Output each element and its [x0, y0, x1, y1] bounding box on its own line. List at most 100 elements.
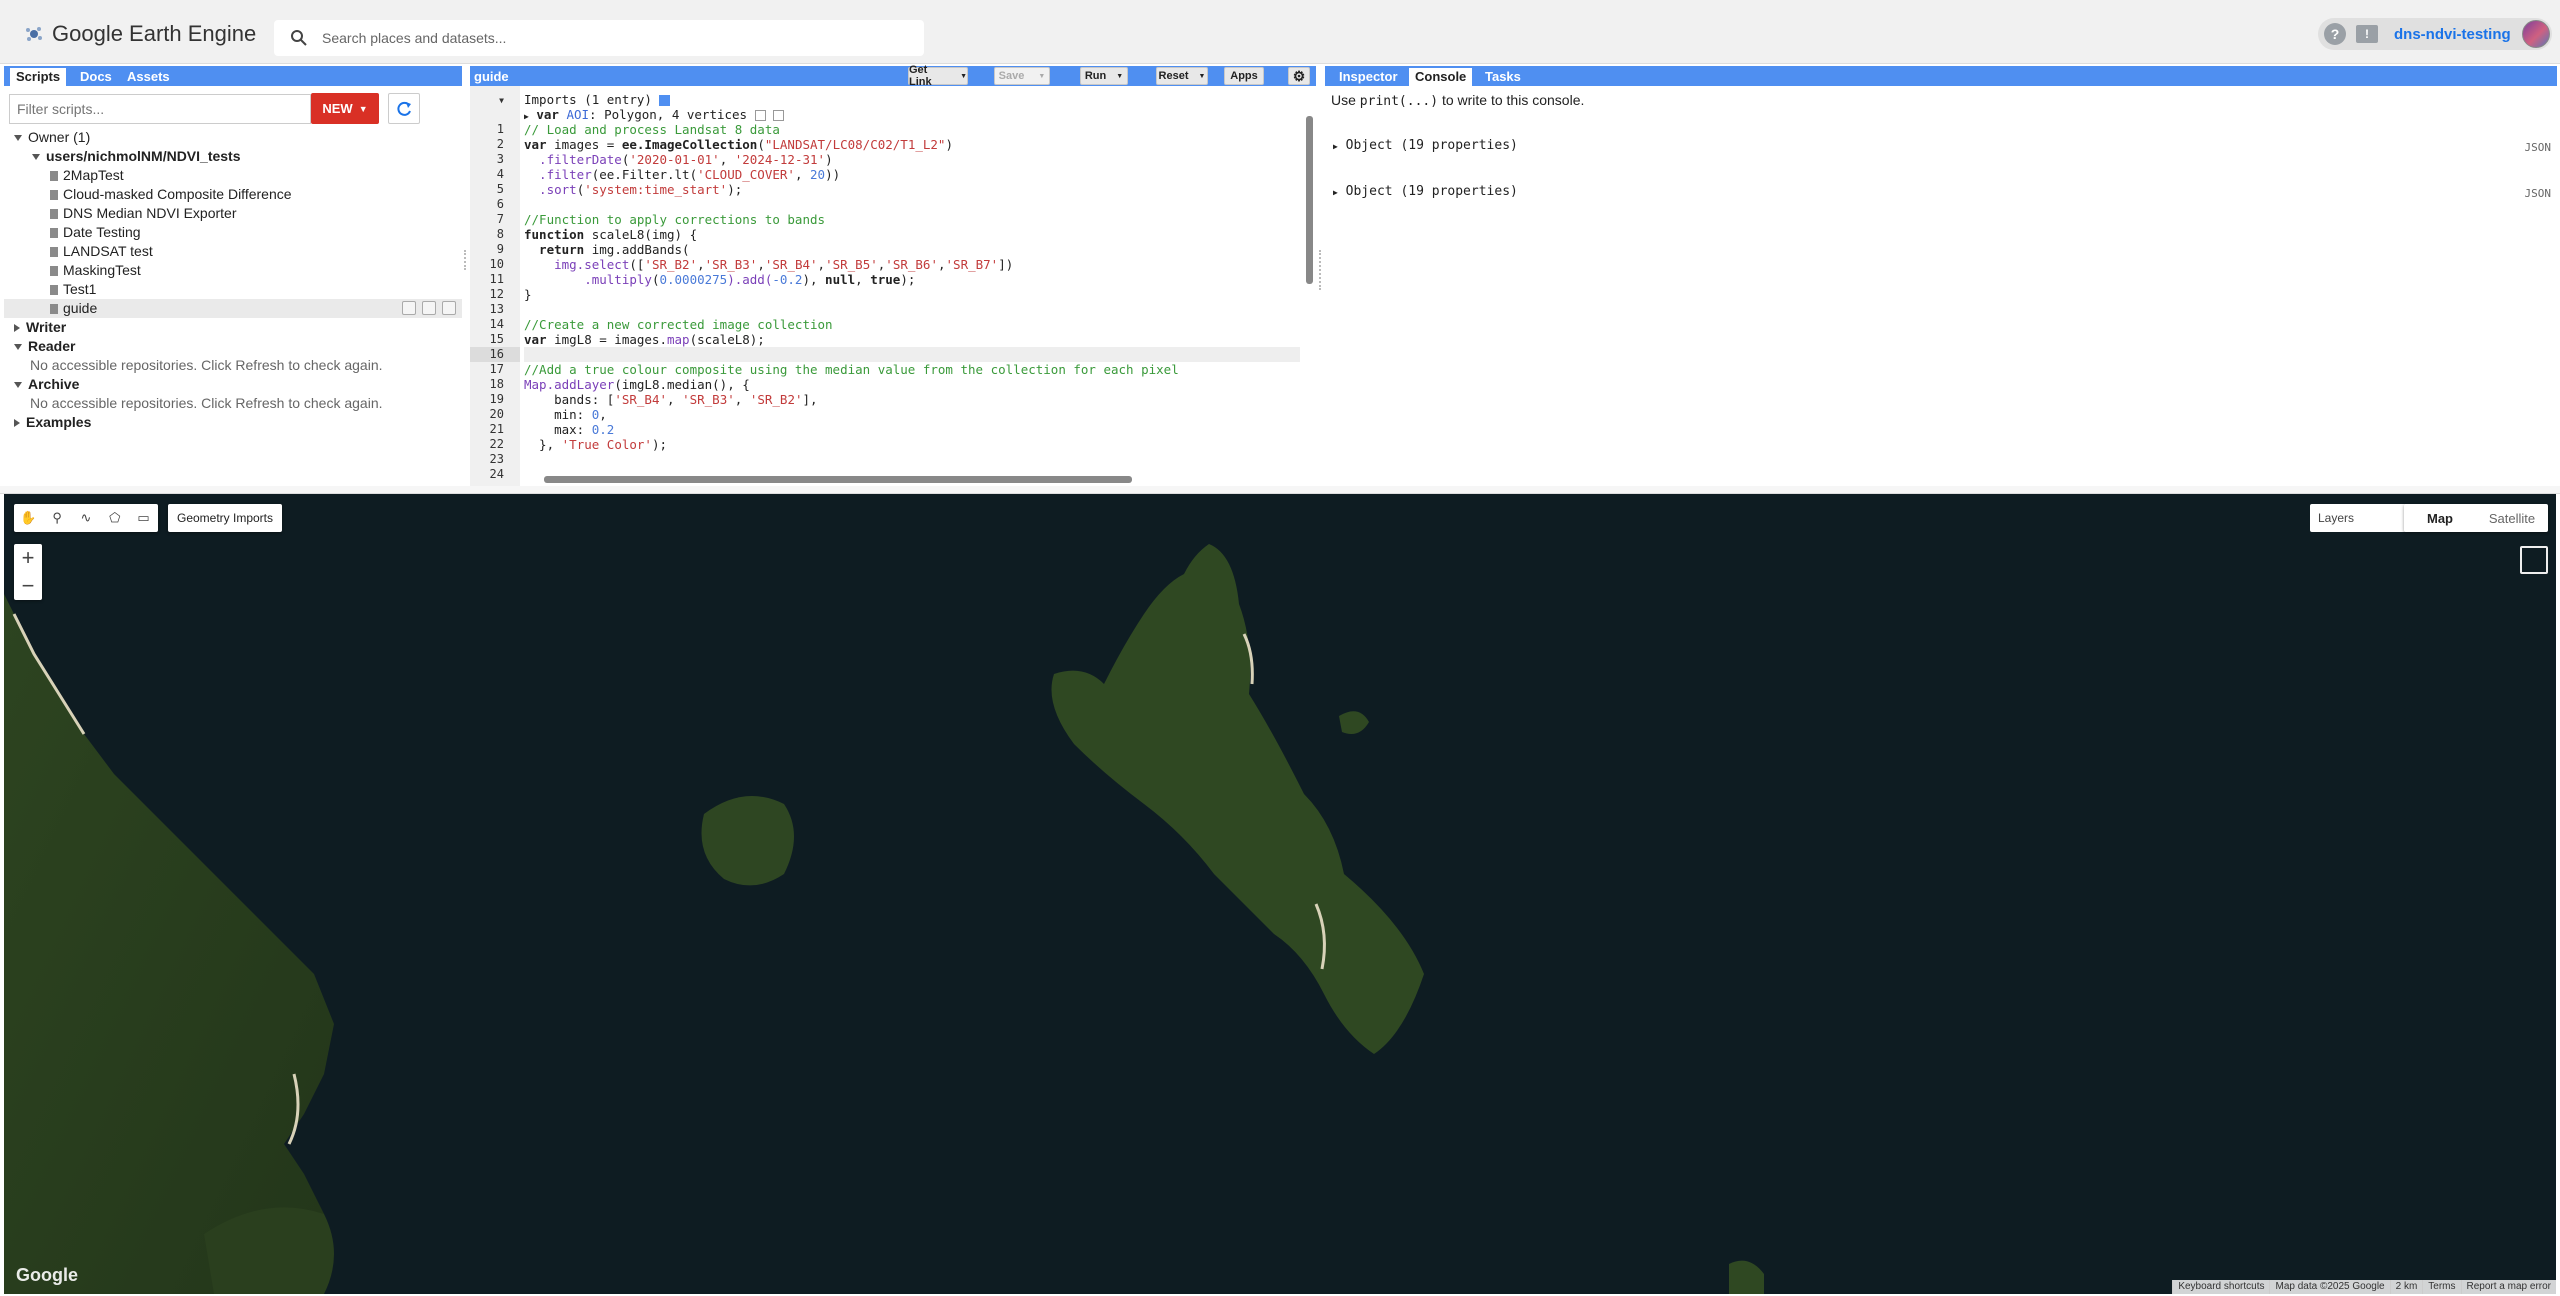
run-button[interactable]: Run ▼ — [1080, 67, 1128, 85]
line-number: 20 — [489, 407, 504, 421]
avatar[interactable] — [2522, 20, 2550, 48]
code-content[interactable]: Imports (1 entry) ▶ var AOI: Polygon, 4 … — [524, 92, 1304, 467]
imports-header[interactable]: Imports (1 entry) — [524, 92, 1304, 107]
terms-link[interactable]: Terms — [2422, 1280, 2460, 1294]
marker-icon[interactable]: ⚲ — [48, 509, 66, 527]
code-line: .sort('system:time_start'); — [524, 182, 743, 197]
left-resize-handle[interactable] — [464, 250, 468, 270]
code-line-active[interactable] — [524, 347, 1300, 362]
horizontal-scrollbar[interactable] — [544, 476, 1132, 483]
script-title: guide — [474, 69, 509, 84]
polygon-icon[interactable]: ⬠ — [106, 509, 124, 527]
apps-button[interactable]: Apps — [1224, 67, 1264, 85]
file-icon — [50, 228, 58, 239]
code-line: .multiply(0.0000275).add(-0.2), null, tr… — [524, 272, 916, 287]
expand-icon — [14, 135, 22, 142]
tree-archive[interactable]: Archive — [4, 375, 462, 394]
drawing-tools: ✋ ⚲ ∿ ⬠ ▭ — [14, 504, 158, 532]
expand-icon[interactable]: ▶ — [524, 112, 529, 121]
map-type-map[interactable]: Map — [2404, 504, 2476, 532]
map-view[interactable]: ✋ ⚲ ∿ ⬠ ▭ Geometry Imports + − Layers Ma… — [4, 494, 2556, 1294]
refresh-button[interactable] — [388, 93, 420, 124]
tab-docs[interactable]: Docs — [74, 68, 118, 86]
save-button[interactable]: Save ▼ — [994, 67, 1050, 85]
info-icon[interactable] — [659, 95, 671, 106]
line-number: 5 — [496, 182, 504, 196]
right-resize-handle[interactable] — [1319, 250, 1323, 290]
line-number: 23 — [489, 452, 504, 466]
script-file[interactable]: LANDSAT test — [4, 242, 462, 261]
code-line: //Add a true colour composite using the … — [524, 362, 1179, 377]
line-number: 19 — [489, 392, 504, 406]
import-name[interactable]: AOI — [566, 107, 589, 122]
hand-icon[interactable]: ✋ — [19, 509, 37, 527]
feedback-icon[interactable]: ! — [2356, 25, 2378, 43]
get-link-button[interactable]: Get Link ▼ — [908, 64, 968, 88]
vertical-scrollbar[interactable] — [1306, 116, 1313, 284]
zoom-in-button[interactable]: + — [14, 544, 42, 572]
tree-owner[interactable]: Owner (1) — [4, 128, 462, 147]
table-icon[interactable] — [773, 110, 785, 121]
script-file[interactable]: MaskingTest — [4, 261, 462, 280]
rectangle-icon[interactable]: ▭ — [135, 509, 153, 527]
file-icon — [50, 190, 58, 201]
console-object[interactable]: ▶ Object (19 properties) — [1333, 138, 1518, 153]
expand-icon[interactable]: ▶ — [1333, 142, 1338, 151]
script-file[interactable]: 2MapTest — [4, 166, 462, 185]
json-button[interactable]: JSON — [2525, 141, 2552, 154]
tree-writer[interactable]: Writer — [4, 318, 462, 337]
keyboard-shortcuts-link[interactable]: Keyboard shortcuts — [2172, 1280, 2269, 1294]
line-number: 21 — [489, 422, 504, 436]
tab-console[interactable]: Console — [1409, 68, 1473, 86]
file-actions — [402, 301, 456, 315]
reset-button[interactable]: Reset ▼ — [1156, 67, 1208, 85]
edit-icon[interactable] — [422, 301, 436, 315]
history-icon[interactable] — [402, 301, 416, 315]
tree-reader[interactable]: Reader — [4, 337, 462, 356]
code-line: max: 0.2 — [524, 422, 615, 437]
script-file[interactable]: Test1 — [4, 280, 462, 299]
filter-scripts-input[interactable] — [9, 94, 311, 124]
zoom-out-button[interactable]: − — [14, 572, 42, 600]
line-number: 14 — [489, 317, 504, 331]
help-icon[interactable]: ? — [2324, 23, 2346, 45]
line-icon[interactable]: ∿ — [77, 509, 95, 527]
fullscreen-icon[interactable] — [2520, 546, 2548, 574]
search-box[interactable] — [274, 20, 924, 56]
map-type-satellite[interactable]: Satellite — [2476, 504, 2548, 532]
script-file[interactable]: Date Testing — [4, 223, 462, 242]
search-input[interactable] — [322, 30, 902, 46]
fold-icon[interactable]: ▼ — [499, 96, 504, 105]
json-button[interactable]: JSON — [2525, 187, 2552, 200]
new-button[interactable]: NEW ▼ — [311, 93, 379, 124]
tree-examples[interactable]: Examples — [4, 413, 462, 432]
imports-entry[interactable]: ▶ var AOI: Polygon, 4 vertices — [524, 107, 1304, 122]
settings-button[interactable]: ⚙ — [1288, 67, 1310, 85]
user-box: ? ! dns-ndvi-testing — [2318, 18, 2552, 50]
script-file[interactable]: DNS Median NDVI Exporter — [4, 204, 462, 223]
app-logo[interactable]: Google Earth Engine — [24, 20, 256, 48]
project-name[interactable]: dns-ndvi-testing — [2394, 26, 2511, 43]
expand-icon[interactable]: ▶ — [1333, 188, 1338, 197]
tab-tasks[interactable]: Tasks — [1479, 68, 1527, 86]
show-geometry-icon[interactable] — [754, 110, 766, 121]
tab-assets[interactable]: Assets — [121, 68, 176, 86]
line-number: 18 — [489, 377, 504, 391]
report-error-link[interactable]: Report a map error — [2460, 1280, 2556, 1294]
code-line: var images = ee.ImageCollection("LANDSAT… — [524, 137, 953, 152]
script-file[interactable]: Cloud-masked Composite Difference — [4, 185, 462, 204]
map-resize-handle[interactable] — [0, 486, 2560, 494]
console-object[interactable]: ▶ Object (19 properties) — [1333, 184, 1518, 199]
line-number: 4 — [496, 167, 504, 181]
code-editor[interactable]: ▼ 1 2 3 4 5 6 7 8 9 10 11 12 13 14 15 16… — [470, 86, 1316, 486]
line-number: 7 — [496, 212, 504, 226]
line-number: 24 — [489, 467, 504, 481]
geometry-imports-button[interactable]: Geometry Imports — [168, 504, 282, 532]
delete-icon[interactable] — [442, 301, 456, 315]
tree-repo[interactable]: users/nichmolNM/NDVI_tests — [4, 147, 462, 166]
tab-inspector[interactable]: Inspector — [1333, 68, 1404, 86]
tab-scripts[interactable]: Scripts — [10, 68, 67, 86]
script-file-selected[interactable]: guide — [4, 299, 462, 318]
